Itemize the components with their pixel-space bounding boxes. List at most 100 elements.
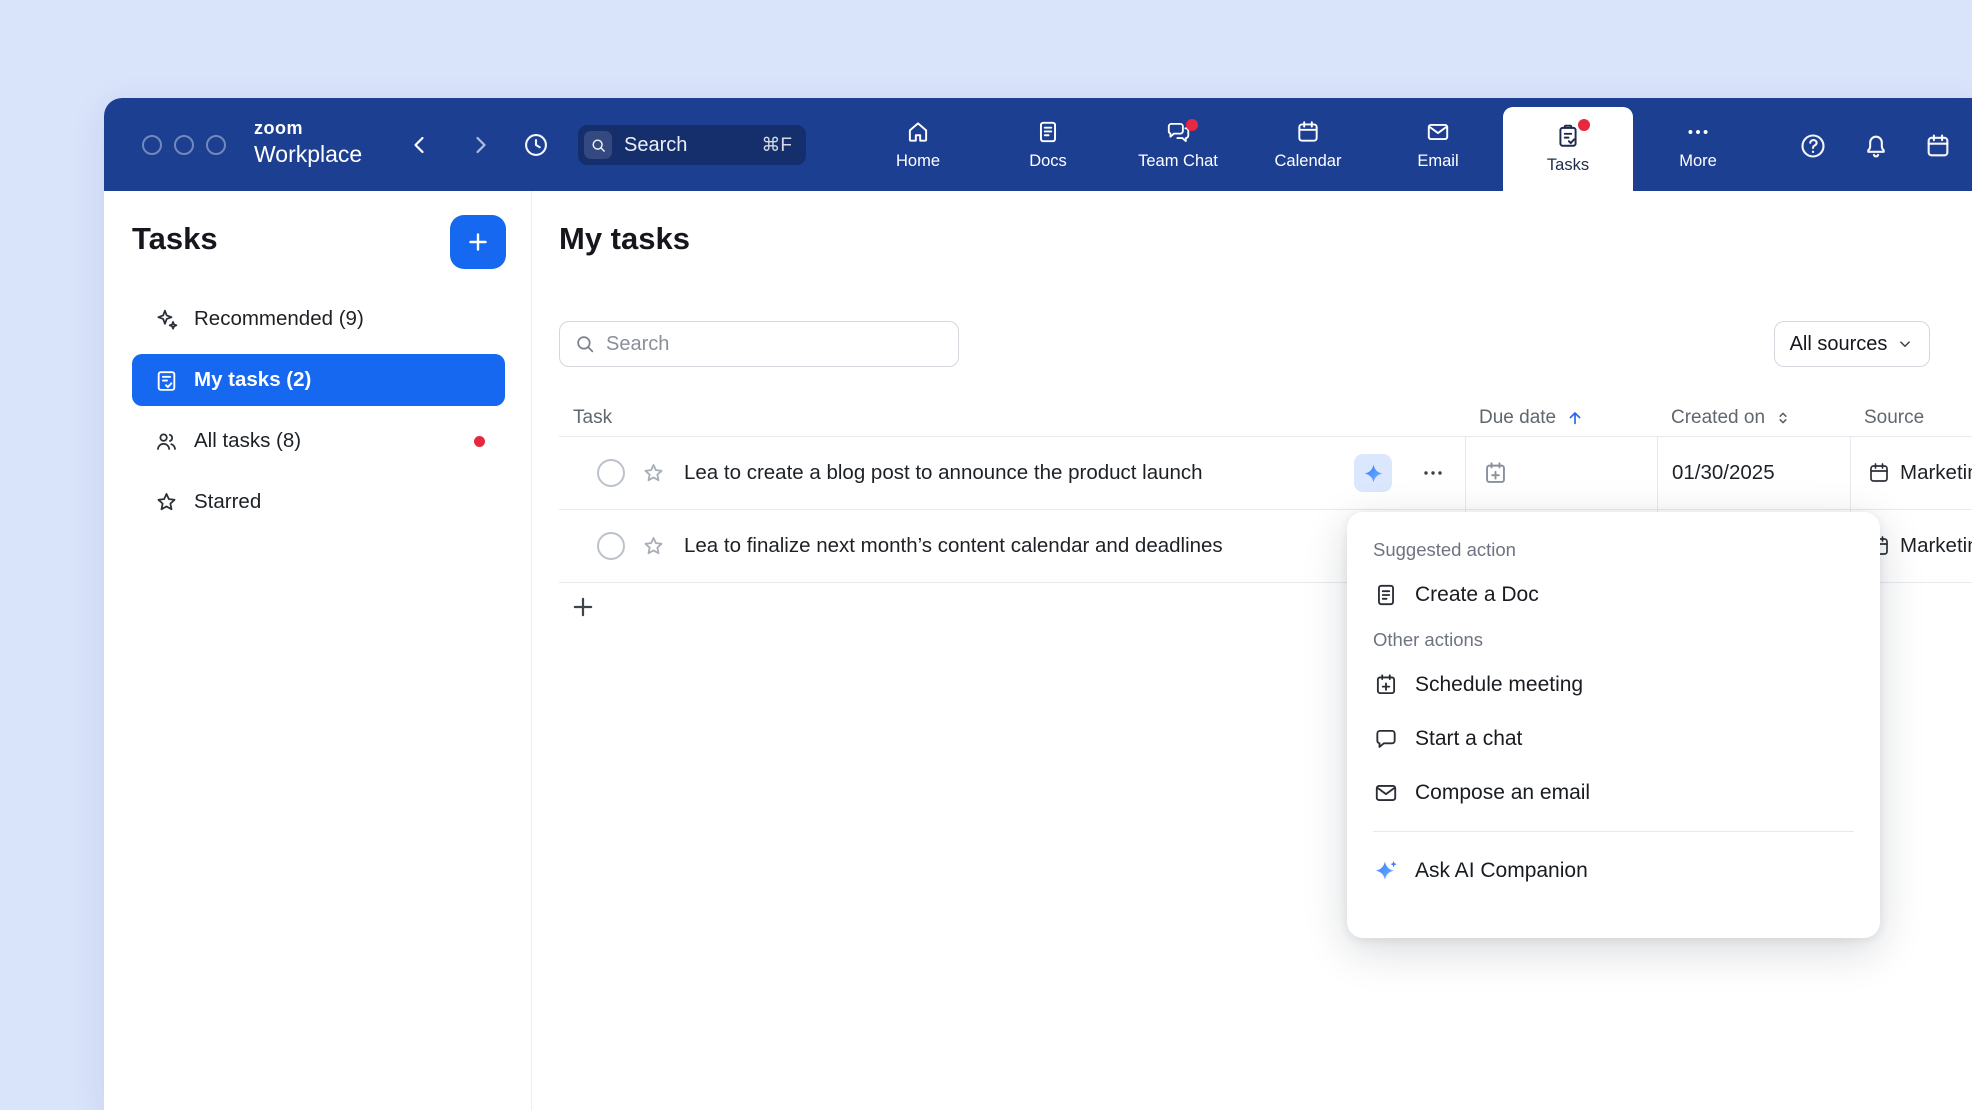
calendar-icon xyxy=(1295,119,1321,145)
column-label: Created on xyxy=(1671,407,1765,429)
tasks-search xyxy=(559,321,959,367)
mini-calendar-button[interactable] xyxy=(1924,132,1952,160)
nav-home-label: Home xyxy=(896,152,940,171)
column-header-task[interactable]: Task xyxy=(559,407,1465,429)
more-icon xyxy=(1685,119,1711,145)
nav-home[interactable]: Home xyxy=(853,98,983,191)
calendar-date-icon xyxy=(1924,132,1952,160)
source-value: Marketing xyxy=(1900,534,1972,558)
menu-section-label: Other actions xyxy=(1373,622,1854,658)
task-complete-checkbox[interactable] xyxy=(597,532,625,560)
help-button[interactable] xyxy=(1799,132,1827,160)
menu-section-label: Suggested action xyxy=(1373,532,1854,568)
search-icon xyxy=(584,131,612,159)
chevron-down-icon xyxy=(1896,335,1914,353)
star-icon[interactable] xyxy=(641,534,666,559)
row-more-button[interactable] xyxy=(1411,454,1455,492)
team-chat-notification-dot xyxy=(1186,119,1198,131)
menu-item-ask-ai-companion[interactable]: Ask AI Companion xyxy=(1373,844,1854,898)
tasks-notification-dot xyxy=(1578,119,1590,131)
tasks-sidebar: Tasks Recommended (9) My tasks (2) All t… xyxy=(104,191,532,1110)
menu-item-compose-email[interactable]: Compose an email xyxy=(1373,766,1854,820)
due-date-cell[interactable] xyxy=(1465,437,1657,509)
window-close-button[interactable] xyxy=(142,135,162,155)
sources-filter-dropdown[interactable]: All sources xyxy=(1774,321,1930,367)
search-shortcut-hint: ⌘F xyxy=(761,134,792,157)
add-task-button[interactable] xyxy=(450,215,506,269)
nav-more[interactable]: More xyxy=(1633,98,1763,191)
sidebar-item-label: My tasks (2) xyxy=(194,368,311,392)
nav-docs[interactable]: Docs xyxy=(983,98,1113,191)
help-icon xyxy=(1799,132,1827,160)
nav-email-label: Email xyxy=(1417,152,1458,171)
created-on-cell: 01/30/2025 xyxy=(1657,437,1850,509)
ai-companion-icon xyxy=(1373,858,1399,884)
nav-team-chat-label: Team Chat xyxy=(1138,152,1218,171)
calendar-plus-icon xyxy=(1373,672,1399,698)
star-icon[interactable] xyxy=(641,461,666,486)
sidebar-item-starred[interactable]: Starred xyxy=(132,476,505,528)
nav-calendar[interactable]: Calendar xyxy=(1243,98,1373,191)
nav-docs-label: Docs xyxy=(1029,152,1067,171)
search-icon xyxy=(574,333,596,355)
sort-toggle-icon[interactable] xyxy=(1774,409,1792,427)
window-controls xyxy=(142,135,226,155)
workplace-logo-text: Workplace xyxy=(254,143,362,166)
nav-tasks[interactable]: Tasks xyxy=(1503,107,1633,191)
topbar: zoom Workplace Search ⌘F Home xyxy=(104,98,1972,191)
forward-button[interactable] xyxy=(468,133,492,157)
chat-bubble-icon xyxy=(1373,726,1399,752)
sources-filter-label: All sources xyxy=(1790,333,1888,356)
column-label: Task xyxy=(573,407,612,429)
nav-team-chat[interactable]: Team Chat xyxy=(1113,98,1243,191)
all-tasks-notification-dot xyxy=(474,436,485,447)
source-calendar-icon xyxy=(1867,461,1891,485)
doc-icon xyxy=(1373,582,1399,608)
global-search-placeholder: Search xyxy=(624,134,687,157)
menu-item-label: Compose an email xyxy=(1415,781,1590,805)
sidebar-item-recommended[interactable]: Recommended (9) xyxy=(132,293,505,345)
page-title: My tasks xyxy=(559,221,690,257)
column-label: Source xyxy=(1864,407,1924,429)
menu-item-schedule-meeting[interactable]: Schedule meeting xyxy=(1373,658,1854,712)
menu-divider xyxy=(1373,831,1854,832)
task-complete-checkbox[interactable] xyxy=(597,459,625,487)
sidebar-item-label: Recommended (9) xyxy=(194,307,364,331)
menu-item-create-doc[interactable]: Create a Doc xyxy=(1373,568,1854,622)
task-cell: Lea to create a blog post to announce th… xyxy=(559,437,1465,509)
add-due-date-icon[interactable] xyxy=(1482,460,1509,487)
nav-email[interactable]: Email xyxy=(1373,98,1503,191)
ai-action-menu: Suggested action Create a Doc Other acti… xyxy=(1347,512,1880,938)
source-cell: Marketing xyxy=(1850,437,1972,509)
history-button[interactable] xyxy=(522,131,550,159)
top-navigation: Home Docs Team Chat Calendar Email xyxy=(853,98,1763,191)
window-minimize-button[interactable] xyxy=(174,135,194,155)
table-row[interactable]: Lea to create a blog post to announce th… xyxy=(559,437,1972,510)
clock-icon xyxy=(522,131,550,159)
sidebar-item-my-tasks[interactable]: My tasks (2) xyxy=(132,354,505,406)
add-task-inline-button[interactable] xyxy=(569,593,597,621)
nav-more-label: More xyxy=(1679,152,1717,171)
window-zoom-button[interactable] xyxy=(206,135,226,155)
sidebar-item-all-tasks[interactable]: All tasks (8) xyxy=(132,415,505,467)
notifications-button[interactable] xyxy=(1862,132,1890,160)
column-label: Due date xyxy=(1479,407,1556,429)
column-header-created-on[interactable]: Created on xyxy=(1657,407,1850,429)
task-title[interactable]: Lea to finalize next month’s content cal… xyxy=(684,534,1223,558)
column-header-source[interactable]: Source xyxy=(1850,407,1972,429)
ellipsis-icon xyxy=(1421,461,1445,485)
task-cell: Lea to finalize next month’s content cal… xyxy=(559,510,1465,582)
column-header-due-date[interactable]: Due date xyxy=(1465,407,1657,429)
global-search-button[interactable]: Search ⌘F xyxy=(578,125,806,165)
task-title[interactable]: Lea to create a blog post to announce th… xyxy=(684,461,1203,485)
created-on-value: 01/30/2025 xyxy=(1672,461,1775,485)
menu-item-start-chat[interactable]: Start a chat xyxy=(1373,712,1854,766)
back-button[interactable] xyxy=(408,133,432,157)
sort-ascending-icon[interactable] xyxy=(1565,408,1585,428)
sidebar-list: Recommended (9) My tasks (2) All tasks (… xyxy=(132,293,505,528)
zoom-workplace-logo: zoom Workplace xyxy=(254,119,362,166)
ai-companion-actions-button[interactable] xyxy=(1354,454,1392,492)
menu-item-label: Ask AI Companion xyxy=(1415,859,1588,883)
tasks-search-input[interactable] xyxy=(559,321,959,367)
chevron-right-icon xyxy=(468,133,492,157)
